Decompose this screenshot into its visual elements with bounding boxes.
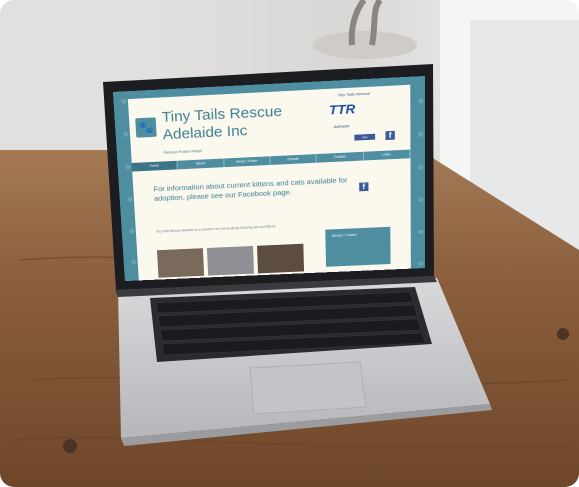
site-tagline: Rescue Foster Adopt bbox=[163, 148, 202, 155]
facebook-icon-inline[interactable]: f bbox=[359, 182, 369, 192]
website-page: 🐾 Tiny Tails Rescue Adelaide Inc Rescue … bbox=[127, 84, 411, 281]
ttr-logo: Tiny Tails Rescue TTR Adelaide bbox=[327, 90, 382, 132]
nav-item-contact[interactable]: Contact bbox=[316, 151, 364, 163]
intro-text: For information about current kittens an… bbox=[153, 175, 348, 203]
nav-item-about[interactable]: About bbox=[177, 158, 225, 170]
plant-pot bbox=[313, 31, 417, 59]
cat-photo-thumbnail[interactable] bbox=[156, 248, 205, 278]
like-button[interactable]: Like bbox=[354, 133, 376, 141]
site-title[interactable]: Tiny Tails Rescue Adelaide Inc bbox=[161, 101, 317, 144]
cat-photo-thumbnail[interactable] bbox=[257, 243, 305, 274]
trackpad bbox=[249, 361, 367, 415]
ttr-logo-initials: TTR bbox=[328, 101, 356, 118]
nav-item-home[interactable]: Home bbox=[131, 160, 179, 172]
body-text: Tiny Tails Rescue Adelaide is a voluntee… bbox=[155, 224, 277, 234]
desk-bolt bbox=[63, 439, 77, 453]
nav-item-donate[interactable]: Donate bbox=[270, 154, 318, 165]
desk-bolt bbox=[557, 328, 569, 340]
website-on-screen: 🐾 Tiny Tails Rescue Adelaide Inc Rescue … bbox=[113, 75, 425, 281]
sidebar-adopt-box[interactable]: Adopt / Foster bbox=[325, 226, 391, 267]
ttr-logo-bottom-text: Adelaide bbox=[333, 123, 350, 129]
ttr-logo-top-text: Tiny Tails Rescue bbox=[337, 90, 371, 98]
paw-icon[interactable]: 🐾 bbox=[135, 117, 157, 138]
cat-photo-thumbnail[interactable] bbox=[206, 245, 255, 276]
nav-item-adopt[interactable]: Adopt / Foster bbox=[223, 156, 271, 168]
facebook-icon[interactable]: f bbox=[385, 130, 395, 141]
photo-scene: 🐾 Tiny Tails Rescue Adelaide Inc Rescue … bbox=[0, 0, 579, 487]
nav-item-links[interactable]: Links bbox=[363, 149, 411, 161]
